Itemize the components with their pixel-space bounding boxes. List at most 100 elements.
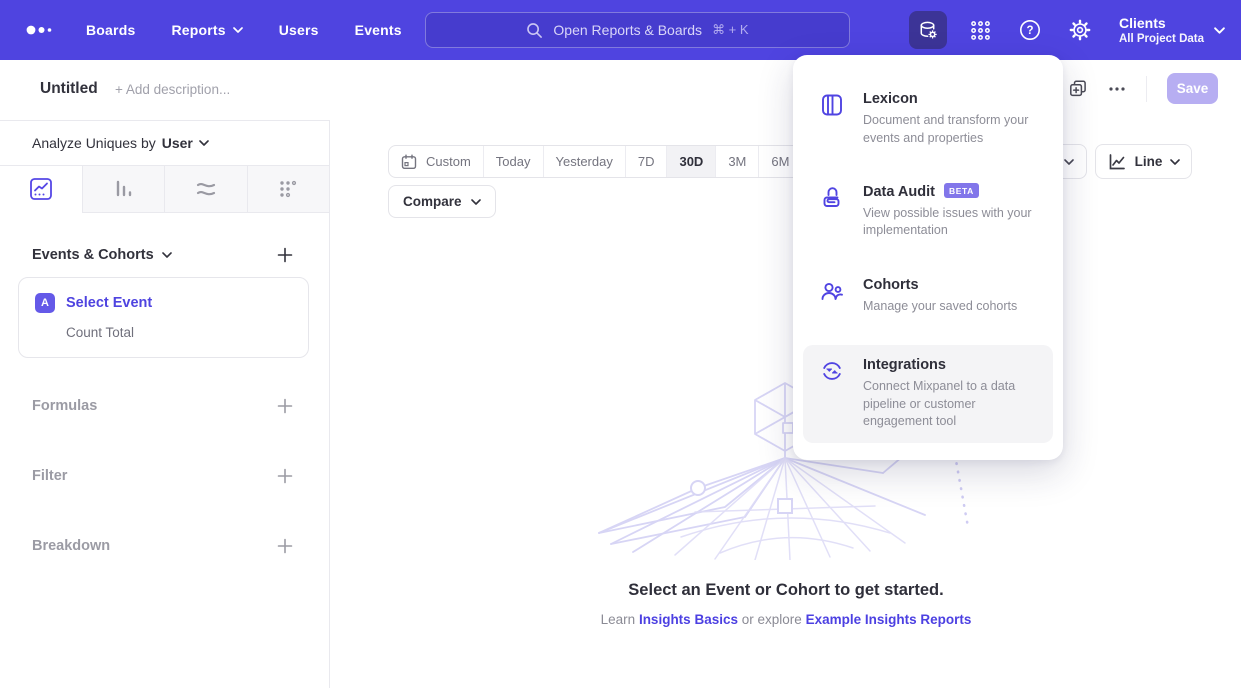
mixpanel-app: Boards Reports Users Events Open Reports… bbox=[0, 0, 1241, 688]
book-icon bbox=[819, 91, 847, 148]
date-range-today[interactable]: Today bbox=[483, 146, 543, 177]
add-breakdown-button[interactable] bbox=[277, 538, 293, 554]
flow-icon bbox=[194, 177, 218, 201]
menu-item-title: Integrations bbox=[863, 357, 1041, 373]
hint-text: Learn bbox=[601, 612, 636, 627]
apps-grid-button[interactable] bbox=[963, 13, 997, 47]
chevron-down-icon bbox=[1214, 27, 1225, 34]
insights-line-icon bbox=[29, 177, 53, 201]
analyze-row: Analyze Uniques by User bbox=[0, 121, 329, 166]
nav-item-reports[interactable]: Reports bbox=[171, 22, 242, 38]
beta-badge: BETA bbox=[944, 183, 979, 198]
add-filter-button[interactable] bbox=[277, 468, 293, 484]
date-range-yesterday[interactable]: Yesterday bbox=[543, 146, 625, 177]
events-cohorts-toggle[interactable]: Events & Cohorts bbox=[32, 247, 172, 263]
project-selector[interactable]: Clients All Project Data bbox=[1119, 15, 1225, 45]
nav-item-users[interactable]: Users bbox=[279, 22, 319, 38]
menu-item-cohorts[interactable]: Cohorts Manage your saved cohorts bbox=[803, 265, 1053, 328]
tab-retention[interactable] bbox=[247, 166, 330, 213]
analyze-by-selector[interactable]: User bbox=[162, 135, 209, 151]
date-range-label: Today bbox=[496, 154, 531, 169]
nav-item-events[interactable]: Events bbox=[355, 22, 402, 38]
divider bbox=[1146, 76, 1147, 102]
save-button[interactable]: Save bbox=[1167, 73, 1218, 104]
global-search-input[interactable]: Open Reports & Boards ⌘ + K bbox=[425, 12, 850, 48]
duplicate-icon bbox=[1068, 79, 1088, 99]
mixpanel-logo[interactable] bbox=[24, 18, 64, 42]
select-event-button[interactable]: Select Event bbox=[66, 295, 152, 311]
date-range-label: 3M bbox=[728, 154, 746, 169]
database-gear-icon bbox=[917, 19, 939, 41]
hint-text: or explore bbox=[742, 612, 802, 627]
more-options-button[interactable] bbox=[1108, 80, 1126, 98]
date-range-label: Custom bbox=[426, 154, 471, 169]
integrations-sync-icon bbox=[819, 357, 847, 431]
plus-icon bbox=[277, 538, 293, 554]
help-button[interactable]: ? bbox=[1013, 13, 1047, 47]
date-range-custom[interactable]: Custom bbox=[389, 146, 483, 177]
menu-item-description: Manage your saved cohorts bbox=[863, 298, 1017, 316]
chevron-down-icon bbox=[1064, 159, 1074, 165]
nav-item-label: Users bbox=[279, 22, 319, 38]
report-title[interactable]: Untitled bbox=[40, 80, 98, 98]
add-formula-button[interactable] bbox=[277, 398, 293, 414]
menu-item-integrations[interactable]: Integrations Connect Mixpanel to a data … bbox=[803, 345, 1053, 443]
add-description-field[interactable]: + Add description... bbox=[115, 82, 230, 97]
events-cohorts-label: Events & Cohorts bbox=[32, 247, 154, 263]
help-icon: ? bbox=[1019, 19, 1041, 41]
menu-item-lexicon[interactable]: Lexicon Document and transform your even… bbox=[803, 79, 1053, 160]
nav-right-cluster: ? Clients All Projec bbox=[909, 0, 1225, 60]
chevron-down-icon bbox=[471, 199, 481, 205]
chart-type-tabs bbox=[0, 166, 329, 213]
compare-label: Compare bbox=[403, 194, 462, 209]
event-card[interactable]: A Select Event Count Total bbox=[18, 277, 309, 358]
empty-state-hint: Learn Insights Basics or explore Example… bbox=[331, 612, 1241, 627]
query-builder-sidebar: Analyze Uniques by User bbox=[0, 120, 330, 688]
cohorts-people-icon bbox=[819, 277, 847, 316]
chevron-down-icon bbox=[1170, 159, 1180, 165]
project-scope: All Project Data bbox=[1119, 33, 1204, 45]
tab-flow[interactable] bbox=[164, 166, 247, 213]
chart-style-selector[interactable]: Line bbox=[1095, 144, 1192, 179]
bar-chart-icon bbox=[111, 177, 135, 201]
filter-label: Filter bbox=[32, 468, 67, 484]
compare-button[interactable]: Compare bbox=[388, 185, 496, 218]
example-insights-reports-link[interactable]: Example Insights Reports bbox=[806, 612, 972, 627]
menu-item-title: Cohorts bbox=[863, 277, 1017, 293]
analyze-value: User bbox=[162, 135, 193, 151]
formulas-label: Formulas bbox=[32, 398, 97, 414]
event-series-badge: A bbox=[35, 293, 55, 313]
menu-item-data-audit[interactable]: Data Audit BETA View possible issues wit… bbox=[803, 172, 1053, 253]
date-range-3m[interactable]: 3M bbox=[715, 146, 758, 177]
settings-gear-icon bbox=[1069, 19, 1091, 41]
menu-item-title: Lexicon bbox=[863, 91, 1041, 107]
breakdown-label: Breakdown bbox=[32, 538, 110, 554]
svg-text:?: ? bbox=[1026, 25, 1033, 37]
nav-item-boards[interactable]: Boards bbox=[86, 22, 135, 38]
report-actions: Save bbox=[1068, 73, 1218, 104]
date-range-30d[interactable]: 30D bbox=[666, 146, 715, 177]
tab-insights-line[interactable] bbox=[0, 166, 82, 213]
chevron-down-icon bbox=[199, 140, 209, 146]
search-shortcut: ⌘ + K bbox=[712, 22, 749, 38]
data-management-menu: Lexicon Document and transform your even… bbox=[793, 55, 1063, 460]
insights-basics-link[interactable]: Insights Basics bbox=[639, 612, 738, 627]
date-range-7d[interactable]: 7D bbox=[625, 146, 667, 177]
data-management-button[interactable] bbox=[909, 11, 947, 49]
top-nav: Boards Reports Users Events Open Reports… bbox=[0, 0, 1241, 60]
chevron-down-icon bbox=[233, 27, 243, 33]
add-event-button[interactable] bbox=[277, 247, 293, 263]
event-aggregation[interactable]: Count Total bbox=[66, 325, 292, 340]
chevron-down-icon bbox=[162, 252, 172, 258]
tab-bar-chart[interactable] bbox=[82, 166, 165, 213]
date-range-label: 6M bbox=[771, 154, 789, 169]
primary-nav: Boards Reports Users Events bbox=[86, 22, 402, 38]
search-placeholder: Open Reports & Boards bbox=[553, 22, 702, 38]
apps-grid-icon bbox=[970, 20, 991, 41]
settings-button[interactable] bbox=[1063, 13, 1097, 47]
empty-state-title: Select an Event or Cohort to get started… bbox=[331, 581, 1241, 600]
duplicate-button[interactable] bbox=[1068, 79, 1088, 99]
calendar-icon bbox=[401, 154, 417, 170]
nav-item-label: Reports bbox=[171, 22, 225, 38]
menu-item-description: Document and transform your events and p… bbox=[863, 112, 1041, 148]
